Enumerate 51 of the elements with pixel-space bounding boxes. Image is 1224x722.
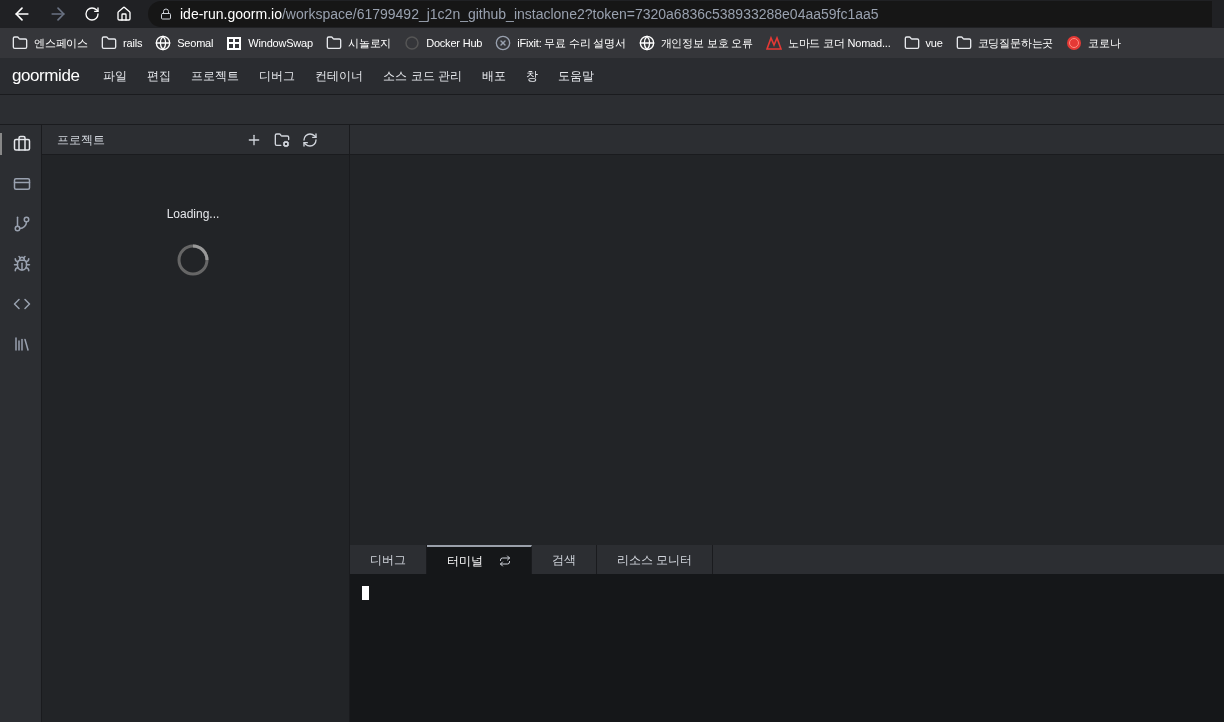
bookmark-link[interactable]: Docker Hub [426,34,483,52]
x-circle-icon [495,35,512,51]
bookmark-link[interactable]: WindowSwap [248,34,313,52]
triangle-icon [765,35,782,51]
menu-item[interactable]: 창 [526,67,539,85]
menu-item[interactable]: 파일 [103,67,128,85]
home-icon[interactable] [116,6,132,22]
folder-icon [101,35,117,51]
circle-icon [404,35,421,51]
library-icon [12,335,31,353]
sync-icon[interactable] [499,554,511,567]
refresh-icon[interactable] [302,131,318,148]
loading-spinner [176,243,210,277]
folder-settings-icon[interactable] [274,131,290,148]
reload-icon[interactable] [84,6,100,22]
bookmark-link[interactable]: 시놀로지 [347,34,392,52]
folder-icon [325,35,342,51]
bookmark-link[interactable]: 개인정보 보호 오류 [660,34,753,52]
briefcase-icon [12,135,31,153]
panel-tab[interactable]: 터미널 [427,545,532,574]
globe-icon [155,35,172,51]
folder-icon [955,35,972,51]
bookmark-link[interactable]: 엔스페이스 [34,34,88,52]
bookmark-link[interactable]: 노마드 코더 Nomad... [787,34,891,52]
menu-item[interactable]: 배포 [482,67,507,85]
terminal-cursor [362,586,369,600]
folder-icon [903,35,920,51]
window-icon [226,35,243,51]
menu-item[interactable]: 편집 [147,67,172,85]
folder-icon [12,35,28,51]
panel-icon [12,175,31,193]
url-field[interactable]: ide-run.goorm.io/workspace/61799492_j1c2n_github_instaclone2?token=7320a6836c538933288e04aa59fc1aa5 [148,1,1212,27]
menu-item[interactable]: 소스 코드 관리 [383,67,463,85]
app-logo: goormide [12,65,80,88]
bookmark-link[interactable]: rails [123,34,143,52]
menu-item[interactable]: 컨테이너 [315,67,364,85]
panel-title: 프로젝트 [57,131,106,149]
bookmark-link[interactable]: Seomal [177,34,214,52]
lock-icon [160,8,172,20]
menu-item[interactable]: 도움말 [558,67,595,85]
bookmark-link[interactable]: 코딩질문하는곳 [977,34,1054,52]
bookmark-link[interactable]: vue [925,34,943,52]
globe-icon [638,35,655,51]
menu-item[interactable]: 디버그 [259,67,296,85]
menu-item[interactable]: 프로젝트 [191,67,240,85]
loading-text: Loading... [166,206,220,223]
bug-icon [12,255,31,273]
branch-icon [12,215,31,233]
bookmark-link[interactable]: iFixit: 무료 수리 설명서 [517,34,626,52]
bookmark-link[interactable]: 코로나 [1088,34,1121,52]
record-icon [1066,35,1083,51]
